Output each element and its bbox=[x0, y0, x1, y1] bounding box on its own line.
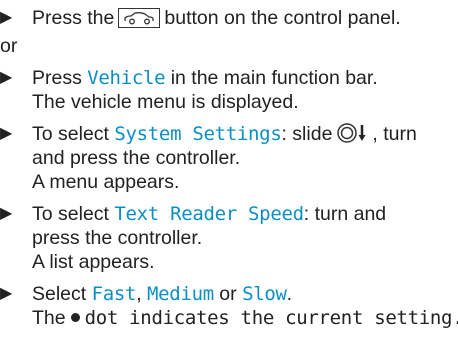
step-2-after: in the main function bar. bbox=[170, 67, 378, 89]
system-settings-label: System Settings bbox=[114, 123, 282, 145]
step-5-result-before: The bbox=[32, 307, 66, 329]
step-5-result: The dot indicates the current setting. bbox=[32, 306, 458, 330]
step-2-before: Press bbox=[32, 67, 82, 89]
step-3-line-2-text: and press the controller. bbox=[32, 147, 241, 169]
step-3-before: To select bbox=[32, 123, 109, 145]
bullet-arrow-icon: ▶ bbox=[0, 9, 13, 26]
step-5-sep-2: or bbox=[219, 283, 237, 305]
step-1-text: Press the button on the control panel. bbox=[32, 6, 401, 30]
instruction-page: ▶ Press the button on the control panel. … bbox=[0, 0, 458, 337]
text-reader-speed-label: Text Reader Speed bbox=[114, 203, 304, 225]
step-5-text: Select Fast, Medium or Slow. bbox=[32, 282, 292, 306]
step-3-after-b: , turn bbox=[372, 123, 417, 145]
step-1-after: button on the control panel. bbox=[164, 7, 401, 29]
step-3-text: To select System Settings: slide , turn bbox=[32, 122, 417, 146]
option-fast-label: Fast bbox=[91, 283, 137, 305]
step-2-text: Press Vehicle in the main function bar. bbox=[32, 66, 378, 90]
vehicle-menu-label: Vehicle bbox=[87, 67, 166, 89]
step-3-result: A menu appears. bbox=[32, 171, 180, 193]
step-5-result-after: dot indicates the current setting. bbox=[84, 307, 458, 329]
step-4-after: : turn and bbox=[303, 203, 387, 225]
bullet-arrow-icon: ▶ bbox=[0, 285, 13, 302]
step-2-result: The vehicle menu is displayed. bbox=[32, 91, 299, 113]
step-5-sep-1: , bbox=[136, 283, 142, 305]
bullet-arrow-icon: ▶ bbox=[0, 69, 13, 86]
step-5-end: . bbox=[286, 283, 293, 305]
dot-icon bbox=[70, 313, 80, 322]
option-slow-label: Slow bbox=[242, 283, 287, 305]
step-4-result: A list appears. bbox=[32, 251, 155, 273]
step-4-line-2-text: press the controller. bbox=[32, 227, 203, 249]
step-1-before: Press the bbox=[32, 7, 115, 29]
bullet-arrow-icon: ▶ bbox=[0, 125, 13, 142]
option-medium-label: Medium bbox=[147, 283, 214, 305]
step-4-text: To select Text Reader Speed: turn and bbox=[32, 202, 386, 226]
step-3-after-a: : slide bbox=[281, 123, 333, 145]
controller-slide-down-icon bbox=[334, 122, 370, 144]
car-icon bbox=[118, 8, 161, 28]
or-text: or bbox=[0, 35, 18, 57]
step-4-before: To select bbox=[32, 203, 109, 225]
bullet-arrow-icon: ▶ bbox=[0, 205, 13, 222]
step-5-before: Select bbox=[32, 283, 87, 305]
